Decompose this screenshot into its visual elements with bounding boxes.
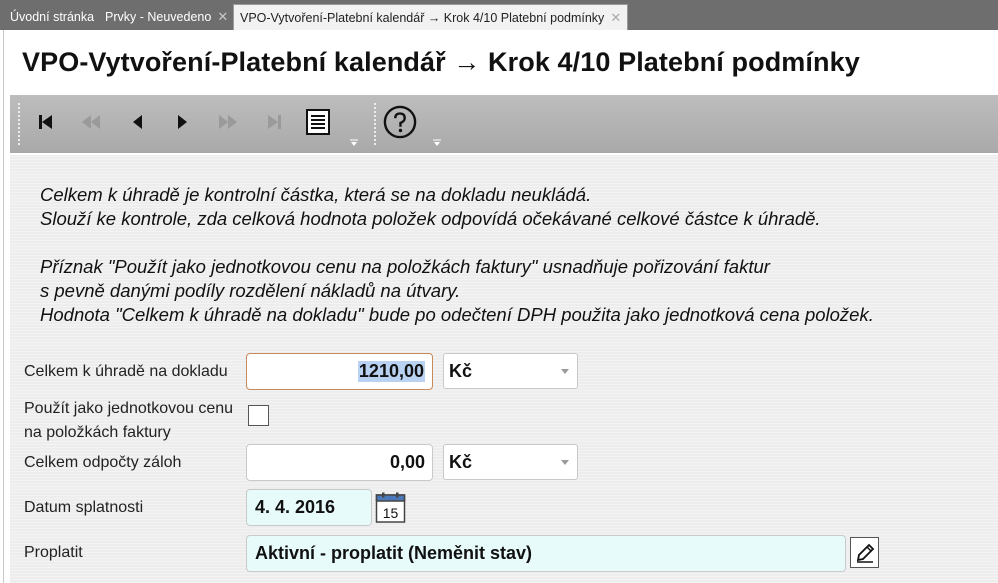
info-text-line: Hodnota "Celkem k úhradě na dokladu" bud… <box>40 304 874 325</box>
use-unit-price-checkbox[interactable] <box>248 405 269 426</box>
first-record-button[interactable] <box>28 105 62 139</box>
help-icon <box>383 105 417 139</box>
close-icon[interactable]: ✕ <box>217 9 228 25</box>
payment-status-field[interactable]: Aktivní - proplatit (Neměnit stav) <box>246 535 846 572</box>
prev-icon <box>133 115 142 129</box>
total-value: 1210,00 <box>357 361 425 382</box>
tab-label: VPO-Vytvoření-Platební kalendář → Krok 4… <box>240 10 605 25</box>
payment-status-value: Aktivní - proplatit (Neměnit stav) <box>255 543 533 563</box>
first-icon <box>39 115 52 129</box>
advance-deductions-currency-select[interactable]: Kč <box>443 444 578 480</box>
fast-forward-button[interactable] <box>211 105 245 139</box>
list-icon <box>306 109 330 135</box>
tab-vpo-wizard[interactable]: VPO-Vytvoření-Platební kalendář → Krok 4… <box>233 4 629 30</box>
last-icon <box>268 115 281 129</box>
advance-deductions-label: Celkem odpočty záloh <box>24 454 182 471</box>
fast-back-icon <box>82 115 100 129</box>
tab-bar: Úvodní stránka Prvky - Neuvedeno ✕ VPO-V… <box>0 0 998 30</box>
close-icon[interactable]: ✕ <box>610 10 621 26</box>
list-button[interactable] <box>301 105 335 139</box>
tab-prvky[interactable]: Prvky - Neuvedeno ✕ <box>99 4 234 30</box>
fast-forward-icon <box>219 115 237 129</box>
info-text-line: s pevně danými podíly rozdělení nákladů … <box>40 280 461 301</box>
previous-button[interactable] <box>121 105 155 139</box>
advance-deductions-value: 0,00 <box>389 452 425 472</box>
toolbar-separator <box>374 103 376 145</box>
chevron-down-icon <box>561 460 569 465</box>
use-unit-price-label-line: na položkách faktury <box>24 424 171 441</box>
tab-home[interactable]: Úvodní stránka <box>4 4 100 30</box>
info-text-line: Příznak "Použít jako jednotkovou cenu na… <box>40 256 770 277</box>
currency-value: Kč <box>449 360 473 381</box>
next-button[interactable] <box>165 105 199 139</box>
toolbar-overflow-arrow[interactable] <box>433 139 441 147</box>
total-input[interactable]: 1210,00 <box>246 353 433 390</box>
pencil-icon <box>856 543 874 563</box>
edit-payment-button[interactable] <box>850 537 879 568</box>
help-button[interactable] <box>383 105 417 139</box>
due-date-label: Datum splatnosti <box>24 499 144 516</box>
toolbar-separator <box>18 103 20 145</box>
page-title: VPO-Vytvoření-Platební kalendář → Krok 4… <box>22 47 860 77</box>
use-unit-price-label-line: Použít jako jednotkovou cenu <box>24 400 234 417</box>
info-text-line: Slouží ke kontrole, zda celková hodnota … <box>40 208 821 229</box>
toolbar <box>10 95 998 153</box>
toolbar-overflow-arrow[interactable] <box>350 139 358 147</box>
calendar-day: 15 <box>383 505 399 521</box>
advance-deductions-input[interactable]: 0,00 <box>246 444 433 481</box>
fast-back-button[interactable] <box>74 105 108 139</box>
payment-label: Proplatit <box>24 544 83 561</box>
total-currency-select[interactable]: Kč <box>443 353 578 389</box>
due-date-input[interactable]: 4. 4. 2016 <box>246 489 372 526</box>
last-record-button[interactable] <box>258 105 292 139</box>
use-unit-price-label: Použít jako jednotkovou cenu na položkác… <box>24 397 233 445</box>
total-label: Celkem k úhradě na dokladu <box>24 363 228 380</box>
info-text-line: Celkem k úhradě je kontrolní částka, kte… <box>40 184 592 205</box>
currency-value: Kč <box>449 451 473 472</box>
next-icon <box>178 115 187 129</box>
chevron-down-icon <box>561 369 569 374</box>
calendar-button[interactable]: 15 <box>375 492 406 524</box>
due-date-value: 4. 4. 2016 <box>255 497 336 517</box>
tab-label: Prvky - Neuvedeno <box>105 10 212 24</box>
calendar-icon: 15 <box>375 492 406 523</box>
tab-label: Úvodní stránka <box>10 10 95 24</box>
